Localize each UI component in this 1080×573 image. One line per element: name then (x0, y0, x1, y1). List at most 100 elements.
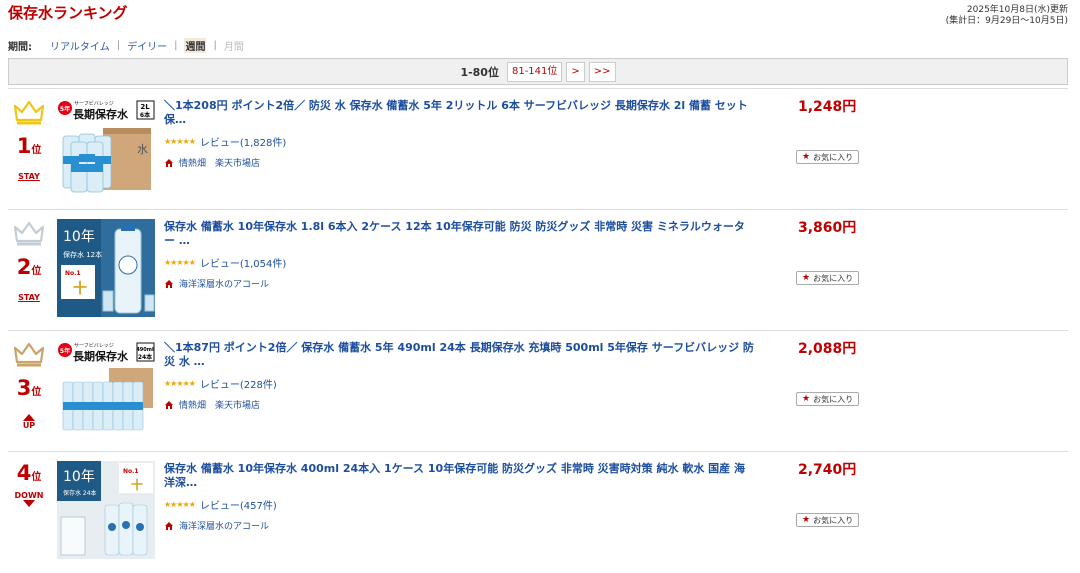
svg-text:サーフビバレッジ: サーフビバレッジ (74, 100, 114, 107)
rank-trend-stay: STAY (18, 172, 40, 181)
shop-link[interactable]: 海洋深層水のアコール (164, 519, 269, 532)
product-title-link[interactable]: ＼1本87円 ポイント2倍／ 保存水 備蓄水 5年 490ml 24本 長期保存… (164, 341, 754, 369)
arrow-up-icon (23, 414, 35, 421)
shop-name: 情熱畑 楽天市場店 (179, 401, 261, 411)
rank-trend-down: DOWN (8, 491, 50, 507)
update-info: 2025年10月8日(水)更新 (集計日：9月29日～10月5日) (946, 5, 1068, 27)
svg-text:サーフビバレッジ: サーフビバレッジ (74, 342, 114, 349)
product-price: 2,088円 (798, 341, 857, 357)
rank-number: 3位 (16, 376, 42, 400)
favorite-label: お気に入り (813, 515, 854, 525)
period-tab-realtime[interactable]: リアルタイム (50, 38, 110, 53)
product-price: 1,248円 (798, 99, 857, 115)
svg-text:5年: 5年 (60, 105, 70, 113)
product-rating: ★★★★★ レビュー(1,828件) (164, 134, 286, 149)
svg-text:No.1: No.1 (65, 270, 81, 277)
favorite-button[interactable]: ★ お気に入り (796, 271, 860, 285)
gold-crown-icon (14, 100, 44, 125)
shop-icon (165, 158, 173, 167)
svg-text:No.1: No.1 (123, 468, 139, 475)
divider (8, 88, 1068, 89)
period-separator: | (213, 39, 217, 51)
ranking-item: 4位 DOWN 10年 保存水 24本 No.1 十 保存水 備蓄水 10年保存… (8, 453, 1068, 573)
arrow-down-icon (23, 500, 35, 507)
rating-stars: ★★★★★ (164, 379, 196, 388)
ranking-item: 2位 STAY 10年 保存水 12本 No.1 十 保存水 備蓄水 10年保存… (8, 211, 1068, 331)
shop-icon (165, 521, 173, 530)
aggregation-range: (集計日：9月29日～10月5日) (945, 16, 1068, 26)
favorite-button[interactable]: ★ お気に入り (796, 392, 860, 406)
svg-text:長期保存水: 長期保存水 (73, 107, 129, 121)
product-image[interactable]: 10年 保存水 12本 No.1 十 (57, 219, 155, 317)
shop-icon (165, 279, 173, 288)
period-separator: | (116, 39, 121, 51)
star-icon: ★ (802, 394, 811, 404)
product-rating: ★★★★★ レビュー(1,054件) (164, 255, 286, 270)
next-range-link[interactable]: 81-141位 (506, 61, 563, 82)
product-rating: ★★★★★ レビュー(228件) (164, 376, 277, 391)
rating-stars: ★★★★★ (164, 137, 196, 146)
review-link[interactable]: レビュー(457件) (200, 497, 277, 512)
shop-name: 海洋深層水のアコール (179, 280, 270, 290)
svg-text:490ml: 490ml (136, 347, 154, 353)
svg-text:長期保存水: 長期保存水 (73, 349, 129, 363)
svg-text:2L: 2L (140, 103, 150, 111)
period-tab-weekly: 週間 (184, 37, 207, 53)
shop-link[interactable]: 情熱畑 楽天市場店 (164, 156, 260, 169)
review-link[interactable]: レビュー(228件) (200, 376, 277, 391)
product-image[interactable]: 水 5年 サーフビバレッジ 長期保存水 2L 6本 (57, 98, 155, 196)
svg-text:5年: 5年 (60, 347, 70, 355)
divider (8, 330, 1068, 331)
star-icon: ★ (802, 273, 811, 283)
bronze-crown-icon (14, 342, 44, 367)
shop-name: 情熱畑 楽天市場店 (179, 159, 261, 169)
rank-trend-stay: STAY (18, 293, 40, 302)
ranking-item: 3位 UP 5年 サーフビバレッジ 長期保存水 490ml 24本 ＼1本87円… (8, 332, 1068, 452)
favorite-button[interactable]: ★ お気に入り (796, 513, 860, 527)
shop-link[interactable]: 情熱畑 楽天市場店 (164, 398, 260, 411)
page-title: 保存水ランキング (8, 4, 128, 22)
period-label: 期間: (8, 41, 32, 53)
svg-text:6本: 6本 (140, 111, 151, 119)
svg-text:保存水 12本: 保存水 12本 (63, 250, 102, 259)
svg-text:10年: 10年 (63, 469, 95, 485)
svg-text:保存水 24本: 保存水 24本 (63, 489, 97, 497)
product-rating: ★★★★★ レビュー(457件) (164, 497, 277, 512)
product-title-link[interactable]: 保存水 備蓄水 10年保存水 400ml 24本入 1ケース 10年保存可能 防… (164, 462, 754, 490)
current-range: 1-80位 (460, 65, 499, 79)
product-image[interactable]: 10年 保存水 24本 No.1 十 (57, 461, 155, 559)
rating-stars: ★★★★★ (164, 500, 196, 509)
favorite-button[interactable]: ★ お気に入り (796, 150, 860, 164)
svg-text:水: 水 (137, 143, 148, 156)
rank-number: 2位 (16, 255, 42, 279)
product-title-link[interactable]: ＼1本208円 ポイント2倍／ 防災 水 保存水 備蓄水 5年 2リットル 6本… (164, 99, 754, 127)
period-tab-monthly: 月間 (223, 41, 244, 53)
svg-text:10年: 10年 (63, 229, 95, 245)
period-tab-daily[interactable]: デイリー (127, 38, 167, 53)
ranking-item: 1位 STAY 水 5年 サーフビバレッジ 長期保存水 2L 6本 ＼1本208… (8, 90, 1068, 210)
period-separator: | (174, 39, 178, 51)
shop-icon (165, 400, 173, 409)
review-link[interactable]: レビュー(1,054件) (200, 255, 286, 270)
period-selector: 期間: リアルタイム | デイリー | 週間 | 月間 (8, 37, 244, 53)
divider (8, 451, 1068, 452)
pagination-bar: 1-80位 81-141位 > >> (8, 58, 1068, 85)
svg-text:十: 十 (131, 477, 143, 492)
favorite-label: お気に入り (813, 394, 854, 404)
favorite-label: お気に入り (813, 152, 854, 162)
review-link[interactable]: レビュー(1,828件) (200, 134, 286, 149)
shop-link[interactable]: 海洋深層水のアコール (164, 277, 269, 290)
silver-crown-icon (14, 221, 44, 246)
product-price: 3,860円 (798, 220, 857, 236)
last-page-button[interactable]: >> (588, 61, 616, 82)
shop-name: 海洋深層水のアコール (179, 522, 270, 532)
rank-number: 1位 (16, 134, 42, 158)
star-icon: ★ (802, 515, 811, 525)
updated-date: 2025年10月8日(水)更新 (966, 5, 1068, 15)
next-page-button[interactable]: > (566, 61, 585, 82)
svg-text:十: 十 (73, 280, 87, 297)
svg-text:24本: 24本 (138, 353, 153, 361)
favorite-label: お気に入り (813, 273, 854, 283)
product-title-link[interactable]: 保存水 備蓄水 10年保存水 1.8l 6本入 2ケース 12本 10年保存可能… (164, 220, 754, 248)
product-image[interactable]: 5年 サーフビバレッジ 長期保存水 490ml 24本 (57, 340, 155, 438)
